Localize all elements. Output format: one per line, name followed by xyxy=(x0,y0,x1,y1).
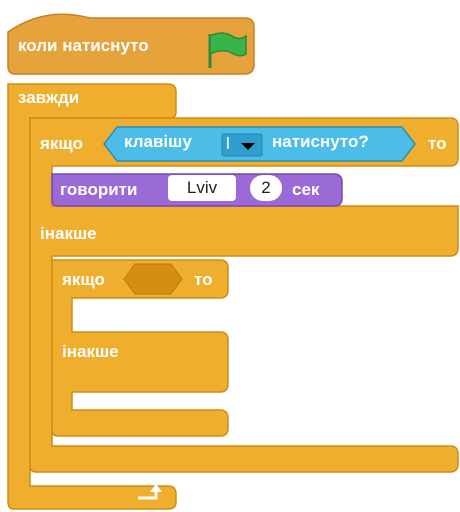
say-unit-label: сек xyxy=(292,180,320,199)
else-label: інакше xyxy=(40,224,97,243)
forever-label: завжди xyxy=(18,88,80,107)
if-label: якщо xyxy=(40,134,83,153)
inner-if-label: якщо xyxy=(62,270,105,289)
say-message-input[interactable]: Lviv xyxy=(168,175,236,201)
key-sensor-prefix: клавішу xyxy=(124,132,192,151)
inner-then-label: то xyxy=(194,270,213,289)
empty-condition-slot[interactable] xyxy=(123,263,183,295)
inner-else-label: інакше xyxy=(62,342,119,361)
key-dropdown-value[interactable]: l xyxy=(226,134,230,154)
key-sensor-suffix: натиснуто? xyxy=(272,132,369,151)
say-label: говорити xyxy=(60,180,138,199)
say-seconds-input[interactable]: 2 xyxy=(250,175,282,201)
hat-label: коли натиснуто xyxy=(18,36,149,55)
then-label: то xyxy=(428,134,447,153)
